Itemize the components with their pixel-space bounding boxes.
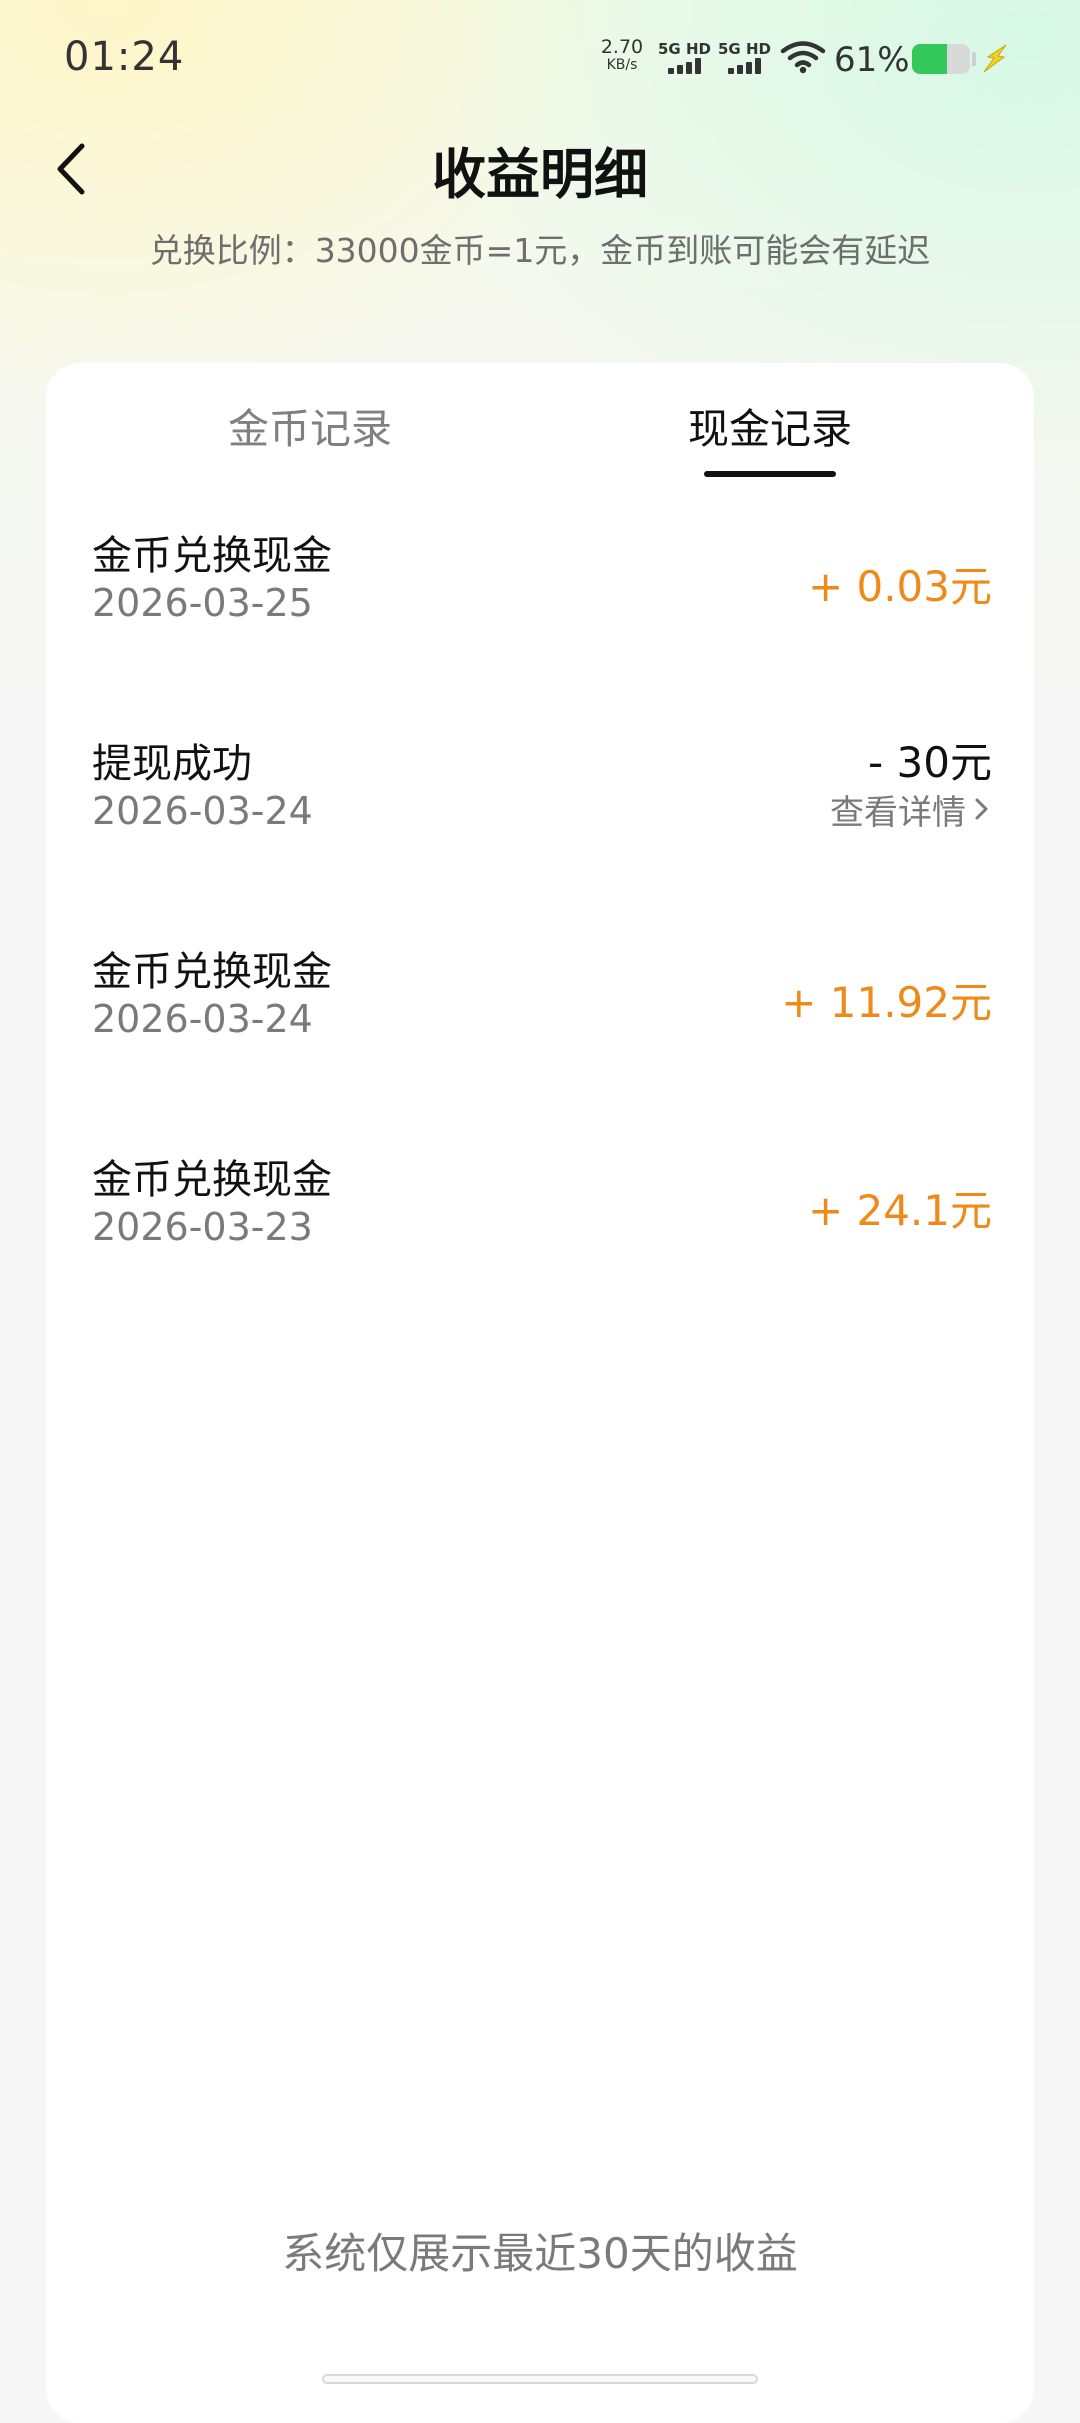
network-speed: 2.70 KB/s [600,38,644,74]
list-item: 提现成功 2026-03-24 - 30元 查看详情 [92,731,992,881]
record-amount: - 30元 [868,738,992,787]
record-date: 2026-03-25 [92,581,313,625]
record-amount: + 11.92元 [781,978,992,1027]
status-bar: 01:24 2.70 KB/s 5G HD 5G HD 61% [0,0,1080,120]
view-details-label: 查看详情 [830,792,966,833]
record-date: 2026-03-24 [92,997,313,1041]
wifi-icon [780,41,826,74]
retention-notice: 系统仅展示最近30天的收益 [282,2229,798,2278]
record-title: 金币兑换现金 [92,1157,332,1203]
record-amount: + 0.03元 [807,562,992,611]
list-item: 金币兑换现金 2026-03-24 + 11.92元 [92,939,992,1089]
records-card: 金币记录 现金记录 金币兑换现金 2026-03-25 + 0.03元 提现成功… [46,363,1034,2423]
list-item: 金币兑换现金 2026-03-23 + 24.1元 [92,1147,992,1297]
network-speed-value: 2.70 [600,36,644,58]
record-amount: + 24.1元 [807,1186,992,1235]
network-speed-unit: KB/s [606,57,638,73]
record-date: 2026-03-23 [92,1205,313,1249]
record-title: 提现成功 [92,741,252,787]
home-indicator[interactable] [322,2374,758,2384]
sim1-signal-icon: 5G HD [658,40,714,76]
tab-cash-records[interactable]: 现金记录 [570,395,970,455]
sim1-label: 5G HD [658,40,711,58]
record-title: 金币兑换现金 [92,533,332,579]
tab-coin-records[interactable]: 金币记录 [110,395,510,455]
view-details-link[interactable]: 查看详情 [830,787,992,833]
battery-fill [912,44,948,74]
charging-icon [983,44,1007,73]
record-title: 金币兑换现金 [92,949,332,995]
battery-cap [972,52,976,66]
chevron-right-icon [975,798,988,820]
sim2-label: 5G HD [718,40,771,58]
sim2-signal-icon: 5G HD [718,40,774,76]
exchange-rate-note: 兑换比例：33000金币=1元，金币到账可能会有延迟 [149,231,931,270]
battery-percent: 61% [834,40,910,80]
record-date: 2026-03-24 [92,789,313,833]
active-tab-indicator [704,471,836,477]
battery-icon [912,44,970,74]
page-title: 收益明细 [432,143,648,206]
list-item: 金币兑换现金 2026-03-25 + 0.03元 [92,523,992,673]
status-time: 01:24 [64,34,185,80]
